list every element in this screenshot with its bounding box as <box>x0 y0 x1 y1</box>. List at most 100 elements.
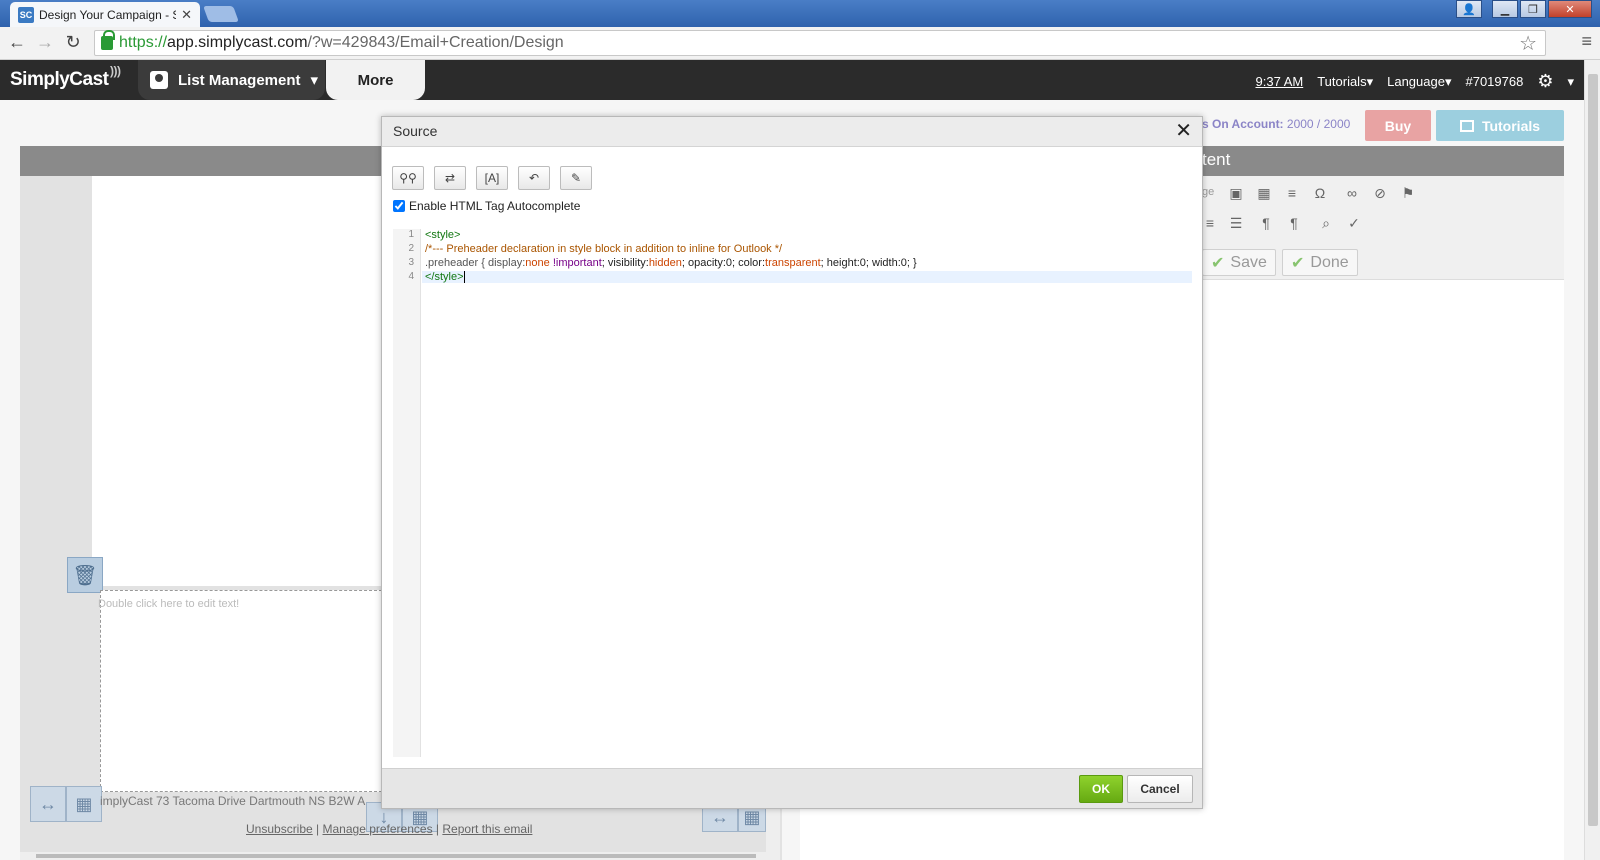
table-icon[interactable]: ▦ <box>1252 182 1276 204</box>
settings-chevron-icon[interactable]: ▾ <box>1567 74 1574 90</box>
search-binoculars-icon[interactable]: ⚲⚲ <box>392 166 424 190</box>
simplycast-logo[interactable]: SimplyCast))) <box>10 64 121 91</box>
cancel-button[interactable]: Cancel <box>1127 775 1193 803</box>
autocomplete-checkbox[interactable] <box>393 200 405 212</box>
film-icon <box>1459 119 1474 132</box>
done-label: Done <box>1310 253 1349 271</box>
find-icon[interactable]: ⌕ <box>1314 212 1338 234</box>
special-char-icon[interactable]: Ω <box>1308 182 1332 204</box>
scrollbar-thumb[interactable] <box>1588 74 1598 826</box>
horizontal-rule-icon[interactable]: ≡ <box>1280 182 1304 204</box>
footer-address: implyCast 73 Tacoma Drive Dartmouth NS B… <box>100 794 366 808</box>
language-menu-label: Language <box>1387 73 1445 89</box>
logo-text: SimplyCast <box>10 69 109 90</box>
dialog-title: Source <box>393 123 438 139</box>
ltr-icon[interactable]: ¶ <box>1254 212 1278 234</box>
back-icon[interactable]: ← <box>6 32 28 53</box>
code-selector: .preheader { display: <box>425 257 526 269</box>
list-management-label: List Management <box>178 71 301 89</box>
gear-icon[interactable]: ⚙ <box>1537 71 1553 92</box>
buy-button[interactable]: Buy <box>1365 110 1431 141</box>
code-line: <style> <box>425 229 460 241</box>
tutorials-button[interactable]: Tutorials <box>1436 110 1564 141</box>
save-label: Save <box>1230 253 1267 271</box>
grid-icon[interactable]: ▦ <box>66 786 102 822</box>
new-tab-button[interactable] <box>203 6 239 22</box>
code-line-active: </style> <box>422 271 1192 284</box>
more-menu[interactable]: More <box>326 60 425 100</box>
header-right: 9:37 AM Tutorials▾ Language▾ #7019768 ⚙ … <box>1256 71 1575 92</box>
check-icon: ✔ <box>1211 254 1225 272</box>
close-window-button[interactable]: ✕ <box>1548 0 1592 18</box>
browser-toolbar: ← → ↻ https:// app.simplycast.com /?w=42… <box>0 27 1600 60</box>
save-button[interactable]: ✔ Save <box>1202 249 1276 276</box>
text-block[interactable] <box>100 590 382 792</box>
code-tag: </style> <box>425 271 464 283</box>
dialog-footer: OK Cancel <box>382 768 1202 808</box>
account-usage-value: 2000 / 2000 <box>1286 117 1351 131</box>
account-number: #7019768 <box>1465 74 1524 89</box>
flash-icon[interactable]: ▣ <box>1224 182 1248 204</box>
code-line: .preheader { display:none !important; vi… <box>425 257 917 269</box>
code-comment: /*--- Preheader declaration in style blo… <box>425 243 783 255</box>
forward-icon[interactable]: → <box>34 32 56 53</box>
horizontal-scroll-thumb[interactable] <box>36 854 756 858</box>
done-button[interactable]: ✔ Done <box>1282 249 1358 276</box>
resize-horizontal-icon[interactable]: ↔ <box>30 786 66 822</box>
tutorials-menu-label: Tutorials <box>1317 73 1367 89</box>
manage-preferences-link[interactable]: Manage preferences <box>323 822 433 836</box>
line-number: 4 <box>408 271 414 282</box>
code-property: ; height:0; width:0; } <box>820 257 917 269</box>
text-block-placeholder: Double click here to edit text! <box>98 598 240 610</box>
close-icon[interactable]: ✕ <box>1175 120 1192 142</box>
code-property: ; opacity:0; color: <box>681 257 766 269</box>
trash-icon[interactable]: 🗑 <box>67 557 103 593</box>
select-all-icon[interactable]: [A] <box>476 166 508 190</box>
autocomplete-label: Enable HTML Tag Autocomplete <box>409 199 581 213</box>
unlink-icon[interactable]: ⊘ <box>1368 182 1392 204</box>
replace-icon[interactable]: ⇄ <box>434 166 466 190</box>
code-editor[interactable]: 1 2 3 4 <style> /*--- Preheader declarat… <box>393 229 1193 757</box>
text-cursor <box>463 271 465 284</box>
editor-horizontal-scrollbar[interactable] <box>20 852 780 860</box>
app-header: SimplyCast))) List Management ▾ More 9:3… <box>0 60 1600 100</box>
undo-icon[interactable]: ↶ <box>518 166 550 190</box>
account-usage-label: s On Account: <box>1202 117 1284 131</box>
list-management-menu[interactable]: List Management ▾ <box>138 60 325 100</box>
tutorials-button-label: Tutorials <box>1481 117 1541 134</box>
minimize-button[interactable]: ▁ <box>1492 0 1518 18</box>
reload-icon[interactable]: ↻ <box>62 32 84 53</box>
menu-icon[interactable]: ≡ <box>1581 31 1592 52</box>
rtl-icon[interactable]: ¶ <box>1282 212 1306 234</box>
tab-close-icon[interactable]: ✕ <box>181 7 192 23</box>
code-value: none <box>525 257 550 269</box>
report-email-link[interactable]: Report this email <box>442 822 532 836</box>
link-icon[interactable]: ∞ <box>1340 182 1364 204</box>
line-number: 1 <box>408 229 414 240</box>
spellcheck-icon[interactable]: ✓ <box>1342 212 1366 234</box>
address-bar[interactable]: https:// app.simplycast.com /?w=429843/E… <box>94 30 1546 56</box>
simplycast-favicon-icon: SC <box>18 6 34 23</box>
remove-formatting-icon[interactable]: ✎ <box>560 166 592 190</box>
language-menu[interactable]: Language▾ <box>1387 74 1451 90</box>
page-scrollbar[interactable] <box>1584 60 1600 860</box>
anchor-flag-icon[interactable]: ⚑ <box>1396 182 1420 204</box>
tutorials-menu[interactable]: Tutorials▾ <box>1317 74 1373 90</box>
check-icon: ✔ <box>1291 254 1305 272</box>
autocomplete-option[interactable]: Enable HTML Tag Autocomplete <box>393 199 580 213</box>
editor-scrollbar[interactable] <box>766 808 780 852</box>
browser-tab[interactable]: SC Design Your Campaign - S ✕ <box>10 2 200 27</box>
code-value: transparent <box>765 257 821 269</box>
image-button-label: ge <box>1202 186 1215 198</box>
browser-tabstrip: SC Design Your Campaign - S ✕ 👤 ▁ ❐ ✕ <box>0 0 1600 27</box>
code-tag: <style> <box>425 229 461 241</box>
email-body-area[interactable] <box>92 176 382 586</box>
profile-icon[interactable]: 👤 <box>1456 0 1482 18</box>
ok-button[interactable]: OK <box>1079 775 1123 803</box>
justify-icon[interactable]: ☰ <box>1224 212 1248 234</box>
unsubscribe-link[interactable]: Unsubscribe <box>246 822 313 836</box>
star-icon[interactable]: ☆ <box>1519 31 1537 56</box>
clock-link[interactable]: 9:37 AM <box>1256 74 1304 89</box>
maximize-button[interactable]: ❐ <box>1520 0 1546 18</box>
code-property: ; visibility: <box>601 257 649 269</box>
